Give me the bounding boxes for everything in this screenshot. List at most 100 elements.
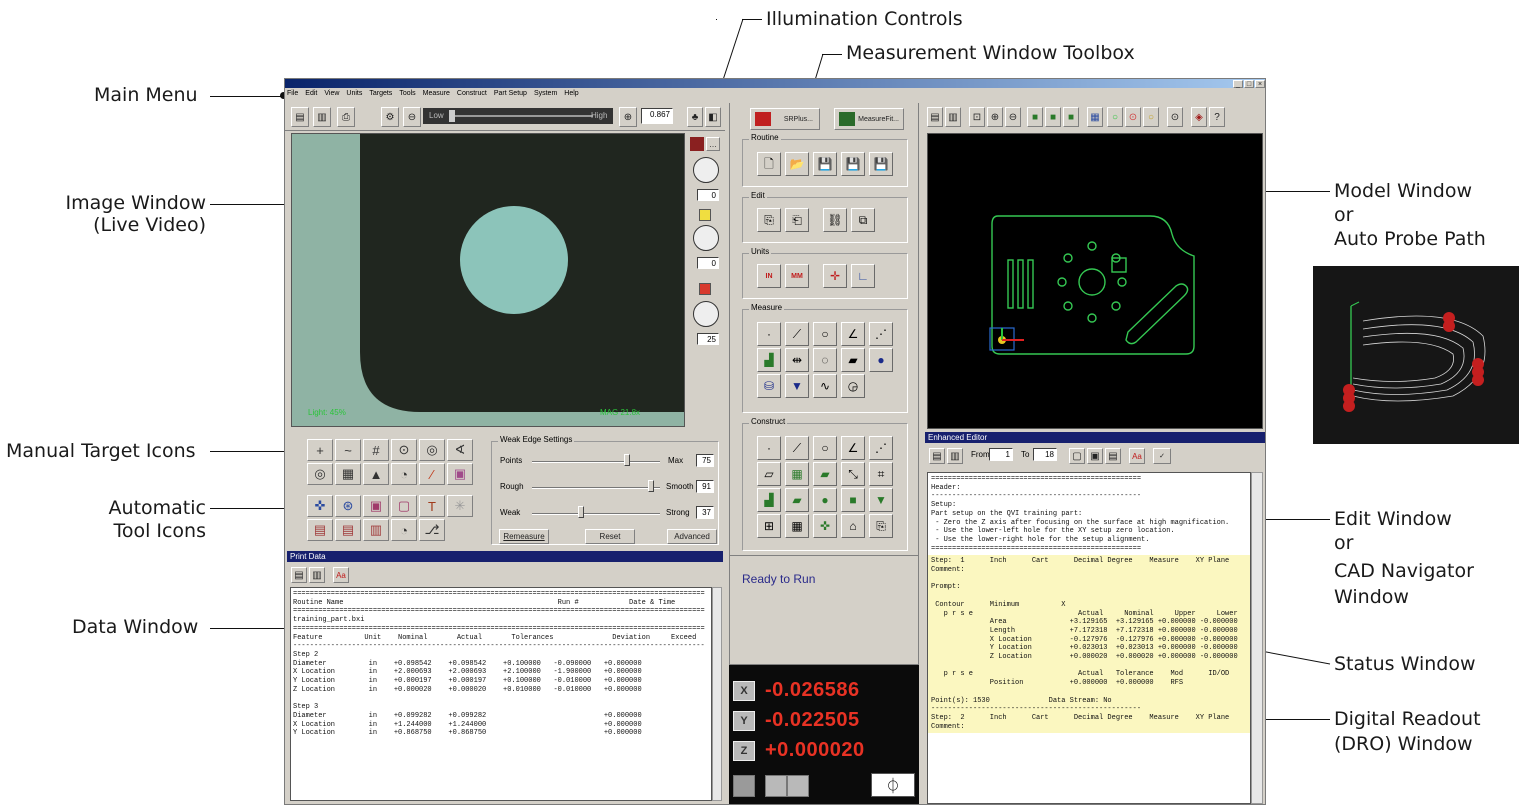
construct-calculator-icon[interactable]: ▦: [785, 514, 809, 538]
open-routine-icon[interactable]: 📂: [785, 152, 809, 176]
data-scrollbar[interactable]: [712, 587, 722, 801]
model-settings-icon[interactable]: ◈: [1191, 107, 1207, 127]
coax-light-value[interactable]: 0: [697, 257, 719, 269]
crosshair-target-icon[interactable]: +: [307, 439, 333, 461]
auto-trace-tool-icon[interactable]: ⎇: [419, 519, 445, 541]
construct-origin-icon[interactable]: ✜: [813, 514, 837, 538]
x-axis-button[interactable]: X: [733, 681, 755, 701]
polar-coords-icon[interactable]: ∟: [851, 264, 875, 288]
smooth-slider[interactable]: [648, 480, 654, 492]
stage-light-dial[interactable]: [693, 157, 719, 183]
construct-cone-icon[interactable]: ▼: [869, 488, 893, 512]
auto-point-tool-icon[interactable]: ✜: [307, 495, 333, 517]
cartesian-coords-icon[interactable]: ✛: [823, 264, 847, 288]
construct-angle-icon[interactable]: ∠: [841, 436, 865, 460]
data-font-icon[interactable]: Aa: [333, 567, 349, 583]
editor-print-icon[interactable]: ▤: [929, 448, 945, 464]
grid-target-icon[interactable]: #: [363, 439, 389, 461]
zoom-out-icon[interactable]: ⊖: [403, 107, 421, 127]
menu-system[interactable]: System: [534, 90, 557, 100]
construct-distance-icon[interactable]: ⋰: [869, 436, 893, 460]
measure-curve-icon[interactable]: ∿: [813, 374, 837, 398]
menu-help[interactable]: Help: [564, 90, 578, 100]
units-inch-button[interactable]: IN: [757, 264, 781, 288]
menu-file[interactable]: File: [287, 90, 298, 100]
copy-image-icon[interactable]: ▥: [313, 107, 331, 127]
to-field[interactable]: 18: [1033, 448, 1057, 461]
edit-step-icon[interactable]: ⎗: [785, 208, 809, 232]
edit-feature-icon[interactable]: ⎘: [757, 208, 781, 232]
auto-circle-tool-icon[interactable]: ⊛: [335, 495, 361, 517]
editor-text[interactable]: ========================================…: [927, 472, 1251, 804]
ring-light-dial[interactable]: [693, 301, 719, 327]
model-circle-red-icon[interactable]: ⊙: [1125, 107, 1141, 127]
menu-units[interactable]: Units: [346, 90, 362, 100]
measure-width-icon[interactable]: ⇹: [785, 348, 809, 372]
editor-page3-icon[interactable]: ▤: [1105, 448, 1121, 464]
editor-copy-icon[interactable]: ▥: [947, 448, 963, 464]
data-print-icon[interactable]: ▤: [291, 567, 307, 583]
circle-target-icon[interactable]: ⊙: [391, 439, 417, 461]
auto-blob-tool-icon[interactable]: ▥: [363, 519, 389, 541]
zoom-in-icon[interactable]: ⊕: [619, 107, 637, 127]
editor-scrollbar[interactable]: [1251, 472, 1263, 804]
auto-area-tool-icon[interactable]: ▤: [307, 519, 333, 541]
menu-construct[interactable]: Construct: [457, 90, 487, 100]
editor-font-icon[interactable]: Aa: [1129, 448, 1145, 464]
measure-arc-icon[interactable]: ◌: [813, 348, 837, 372]
construct-circle-icon[interactable]: ○: [813, 436, 837, 460]
maximize-button[interactable]: □: [1244, 80, 1254, 88]
model-copy-icon[interactable]: ▥: [945, 107, 961, 127]
dro-zero-icon[interactable]: [765, 775, 787, 797]
y-axis-button[interactable]: Y: [733, 711, 755, 731]
model-image-icon[interactable]: ▦: [1087, 107, 1103, 127]
z-axis-button[interactable]: Z: [733, 741, 755, 761]
measure-contour-icon[interactable]: ◶: [841, 374, 865, 398]
points-slider[interactable]: [624, 454, 630, 466]
settings-icon[interactable]: ⚙: [381, 107, 399, 127]
image-window[interactable]: Light: 45% MAG 21.8x: [291, 133, 685, 427]
save-as-routine-icon[interactable]: 💾: [841, 152, 865, 176]
light-toggle-icon[interactable]: ◧: [705, 107, 721, 127]
model-view-top-icon[interactable]: ■: [1027, 107, 1043, 127]
construct-grid-icon[interactable]: ▦: [785, 462, 809, 486]
editor-page2-icon[interactable]: ▣: [1087, 448, 1103, 464]
close-button[interactable]: ×: [1255, 80, 1265, 88]
coax-light-icon[interactable]: [699, 209, 711, 221]
strong-value-field[interactable]: 37: [696, 506, 714, 519]
measure-angle-icon[interactable]: ∠: [841, 322, 865, 346]
menu-view[interactable]: View: [324, 90, 339, 100]
from-field[interactable]: 1: [989, 448, 1013, 461]
auto-region-tool-icon[interactable]: ▤: [335, 519, 361, 541]
menu-part-setup[interactable]: Part Setup: [494, 90, 527, 100]
model-fit-icon[interactable]: ⊡: [969, 107, 985, 127]
stage-light-value[interactable]: 0: [697, 189, 719, 201]
measure-profile-icon[interactable]: ▟: [757, 348, 781, 372]
construct-surface-icon[interactable]: ▰: [813, 462, 837, 486]
construct-line-icon[interactable]: ⟋: [785, 436, 809, 460]
edit-copy-icon[interactable]: ⧉: [851, 208, 875, 232]
menu-edit[interactable]: Edit: [305, 90, 317, 100]
print-data-text[interactable]: ========================================…: [290, 587, 712, 801]
auto-spark-tool-icon[interactable]: ✳: [447, 495, 473, 517]
dro-home-icon[interactable]: [733, 775, 755, 797]
model-print-icon[interactable]: ▤: [927, 107, 943, 127]
editor-page-icon[interactable]: ▢: [1069, 448, 1085, 464]
auto-focus-tool-icon[interactable]: ▢: [391, 495, 417, 517]
max-value-field[interactable]: 75: [696, 454, 714, 467]
construct-vector-icon[interactable]: ⤡: [841, 462, 865, 486]
spell-check-icon[interactable]: ✓: [1153, 448, 1171, 464]
model-window[interactable]: [927, 133, 1263, 429]
construct-report-icon[interactable]: ⎘: [869, 514, 893, 538]
menu-tools[interactable]: Tools: [399, 90, 415, 100]
camera-icon[interactable]: ▤: [291, 107, 309, 127]
lamp-stage-icon[interactable]: [690, 137, 704, 151]
ring-light-icon[interactable]: [699, 283, 711, 295]
mesh-target-icon[interactable]: ▦: [335, 463, 361, 485]
construct-measure-icon[interactable]: ⌂: [841, 514, 865, 538]
measure-sphere-icon[interactable]: ●: [869, 348, 893, 372]
arc-target-icon[interactable]: ◔: [391, 463, 417, 485]
new-routine-icon[interactable]: 🗋: [757, 152, 781, 176]
auto-box-tool-icon[interactable]: ▣: [363, 495, 389, 517]
model-zoom-out-icon[interactable]: ⊖: [1005, 107, 1021, 127]
